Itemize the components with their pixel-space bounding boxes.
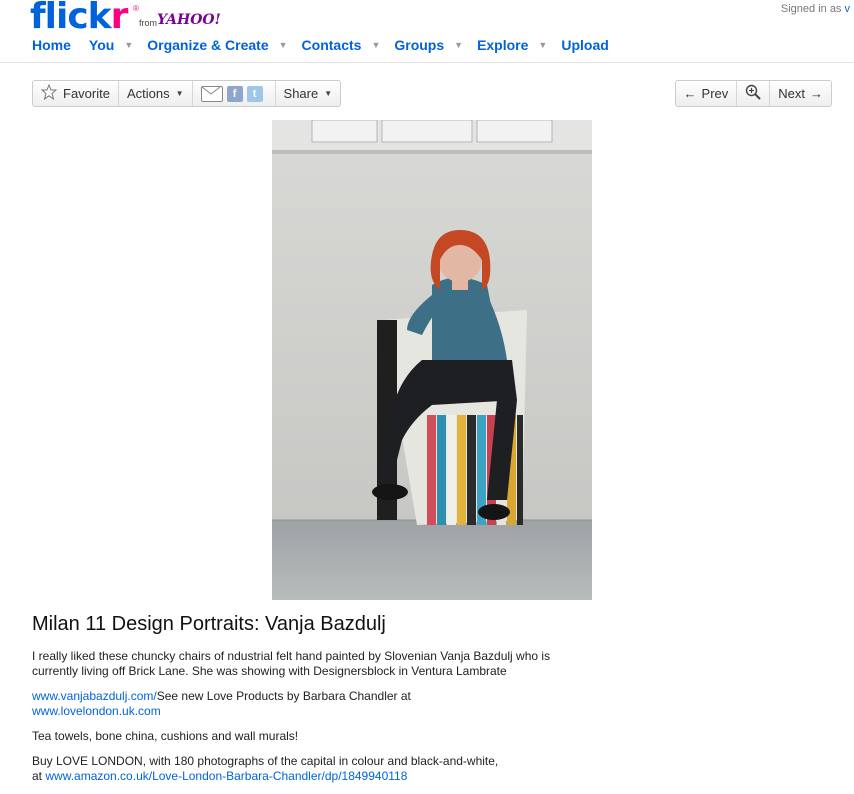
signed-in-user-link[interactable]: v [845,3,851,15]
signed-in-status: Signed in as v [781,3,850,15]
header-divider [0,62,854,63]
facebook-icon[interactable]: f [226,85,243,102]
prev-label: Prev [701,86,729,101]
actions-dropdown[interactable]: Actions ▼ [119,81,193,106]
next-button[interactable]: Next → [770,81,831,106]
zoom-button[interactable] [737,81,771,106]
favorite-label: Favorite [63,86,110,101]
star-icon [40,83,58,103]
logo-from-text: from [139,18,157,28]
link-vanjabazdulj[interactable]: www.vanjabazdulj.com/ [32,689,157,703]
main-nav: Home You ▼ Organize & Create ▼ Contacts … [32,37,609,53]
nav-home[interactable]: Home [32,37,71,53]
photo-toolbar: Favorite Actions ▼ f t Share ▼ [32,80,342,107]
share-chevron-down-icon: ▼ [324,89,333,98]
link-amazon[interactable]: www.amazon.co.uk/Love-London-Barbara-Cha… [45,769,407,783]
next-label: Next [778,86,805,101]
logo-wordmark: flickr [30,0,128,37]
photo-title: Milan 11 Design Portraits: Vanja Bazdulj [32,613,386,635]
nav-explore-dropdown-icon[interactable]: ▼ [538,40,547,50]
twitter-icon[interactable]: t [246,85,263,102]
nav-you[interactable]: You [89,37,114,53]
flickr-logo[interactable]: flickr ® from YAHOO! [30,0,221,37]
logo-registered-mark: ® [133,4,139,13]
actions-chevron-down-icon: ▼ [175,89,184,98]
main-photo[interactable] [272,120,592,600]
description-at: at [32,769,43,783]
mail-icon[interactable] [200,85,223,102]
nav-contacts-dropdown-icon[interactable]: ▼ [371,40,380,50]
description-paragraph-2-text: See new Love Products by Barbara Chandle… [156,689,411,703]
share-icons-group: f t [193,81,276,106]
share-dropdown[interactable]: Share ▼ [276,81,341,106]
nav-organize-dropdown-icon[interactable]: ▼ [279,40,288,50]
description-paragraph-4: Buy LOVE LONDON, with 180 photographs of… [32,754,592,784]
nav-organize-create[interactable]: Organize & Create [147,37,268,53]
zoom-icon [745,84,761,103]
nav-you-dropdown-icon[interactable]: ▼ [124,40,133,50]
nav-upload[interactable]: Upload [561,37,608,53]
arrow-right-icon: → [810,86,823,101]
portrait-photo-image [272,120,592,600]
nav-groups-dropdown-icon[interactable]: ▼ [454,40,463,50]
nav-explore[interactable]: Explore [477,37,528,53]
nav-groups[interactable]: Groups [394,37,444,53]
photo-description: I really liked these chuncky chairs of n… [32,649,592,794]
share-label: Share [283,86,319,101]
arrow-left-icon: ← [683,86,697,101]
description-paragraph-1: I really liked these chuncky chairs of n… [32,649,551,678]
signed-in-label: Signed in as [780,3,842,15]
description-paragraph-3: Tea towels, bone china, cushions and wal… [32,729,299,743]
nav-contacts[interactable]: Contacts [302,37,362,53]
favorite-button[interactable]: Favorite [33,81,119,106]
actions-label: Actions [126,86,170,101]
description-paragraph-2: www.vanjabazdulj.com/See new Love Produc… [32,689,592,719]
prev-button[interactable]: ← Prev [676,81,738,106]
yahoo-logo: YAHOO! [157,12,221,28]
link-lovelondon[interactable]: www.lovelondon.uk.com [32,704,161,718]
description-paragraph-4-text: Buy LOVE LONDON, with 180 photographs of… [32,754,499,768]
photo-pager: ← Prev Next → [674,80,832,107]
